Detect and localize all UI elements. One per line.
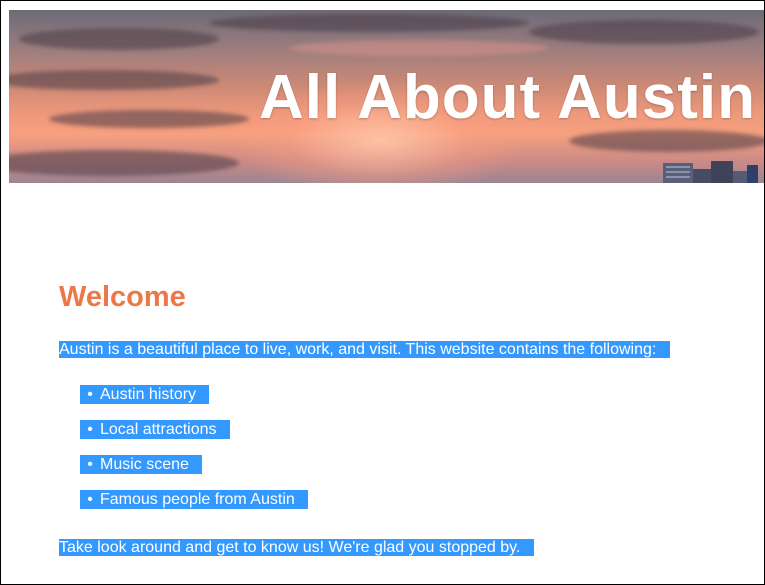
feature-list: • Austin history • Local attractions • Musi… bbox=[80, 385, 308, 525]
list-item-label: Austin history bbox=[100, 386, 197, 403]
bullet-icon: • bbox=[87, 491, 93, 508]
welcome-section: Welcome Austin is a beautiful place to l… bbox=[59, 279, 739, 556]
cloud bbox=[9, 150, 239, 176]
cloud bbox=[569, 130, 764, 152]
list-item: • Famous people from Austin bbox=[80, 490, 308, 525]
cloud bbox=[209, 14, 529, 32]
welcome-heading: Welcome bbox=[59, 281, 186, 313]
list-item: • Music scene bbox=[80, 455, 308, 490]
cloud bbox=[49, 110, 249, 128]
outro-paragraph: Take look around and get to know us! We'… bbox=[59, 538, 535, 557]
outro-text: Take look around and get to know us! We'… bbox=[59, 539, 535, 556]
cloud bbox=[529, 20, 759, 44]
list-item: • Local attractions bbox=[80, 420, 308, 455]
cloud bbox=[19, 28, 219, 50]
list-item: • Austin history bbox=[80, 385, 308, 420]
intro-paragraph: Austin is a beautiful place to live, wor… bbox=[59, 340, 671, 359]
bullet-icon: • bbox=[87, 456, 93, 473]
list-item-label: Local attractions bbox=[100, 421, 217, 438]
city-skyline-icon bbox=[663, 161, 758, 183]
cloud bbox=[9, 70, 219, 90]
bullet-icon: • bbox=[87, 421, 93, 438]
banner-title: All About Austin bbox=[259, 63, 756, 132]
document-page: All About Austin Welcome Austin is a bea… bbox=[0, 0, 765, 585]
bullet-icon: • bbox=[87, 386, 93, 403]
list-item-label: Music scene bbox=[100, 456, 189, 473]
intro-text: Austin is a beautiful place to live, wor… bbox=[59, 341, 671, 358]
list-item-label: Famous people from Austin bbox=[100, 491, 295, 508]
cloud bbox=[289, 40, 549, 56]
banner-image: All About Austin bbox=[9, 10, 764, 183]
